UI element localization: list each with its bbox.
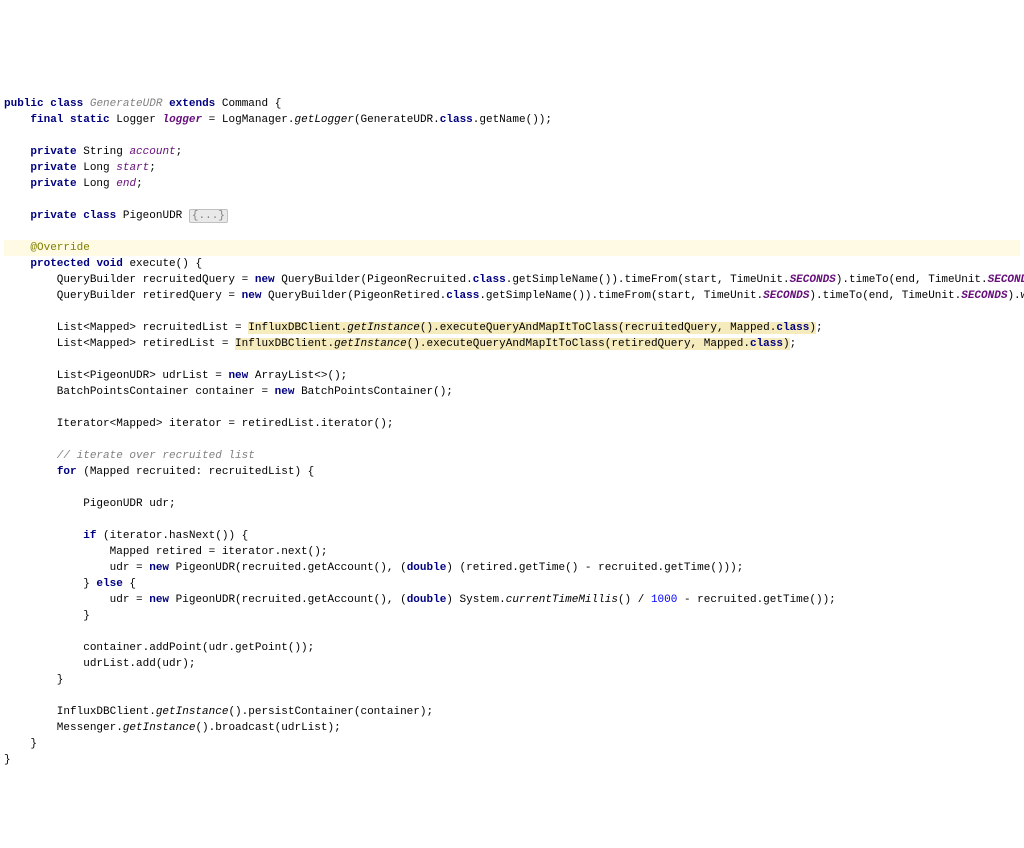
code-editor[interactable]: public class GenerateUDR extends Command… xyxy=(0,80,1024,768)
class-declaration: public class GenerateUDR extends Command… xyxy=(4,98,281,110)
override-annotation: @Override xyxy=(4,240,1020,256)
comment: // iterate over recruited list xyxy=(4,450,255,462)
code-fold-toggle[interactable]: {...} xyxy=(189,209,228,223)
inspection-highlight: InfluxDBClient.getInstance().executeQuer… xyxy=(248,322,816,334)
inspection-highlight: InfluxDBClient.getInstance().executeQuer… xyxy=(235,338,790,350)
